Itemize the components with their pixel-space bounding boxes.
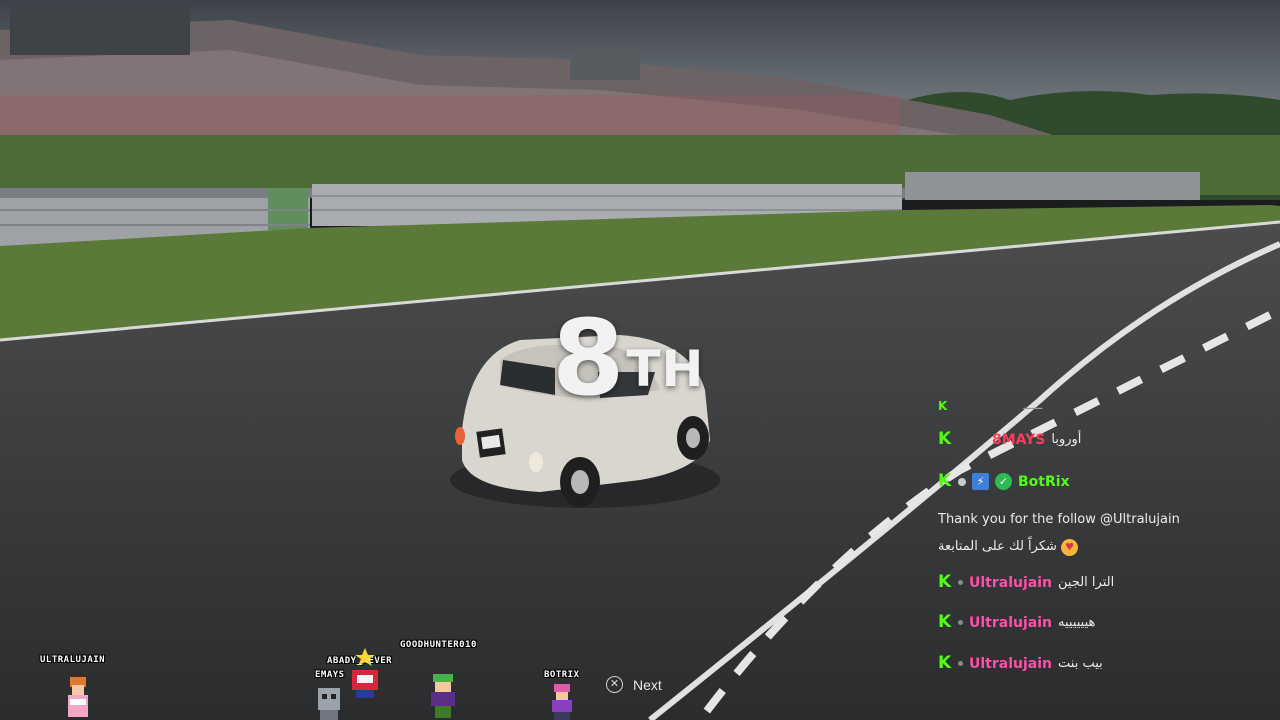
avatar-name: GOODHUNTER010 — [400, 640, 477, 650]
race-position: 8TH — [552, 306, 704, 410]
next-label: Next — [633, 676, 662, 693]
game-scene: 8TH ✕ Next K ـــــ K 8MAYS أوروبا K ⚡ ✓ … — [0, 0, 1280, 720]
chat-message: K Ultralujain هييييييه — [938, 614, 1095, 631]
kick-logo-icon: K — [938, 612, 952, 632]
chat-message: K Ultralujain الترا الجين — [938, 574, 1114, 591]
kick-logo-icon: K — [938, 572, 952, 592]
plumber-sprite-icon — [431, 674, 455, 718]
chat-username: Ultralujain — [969, 655, 1052, 672]
next-button[interactable]: ✕ Next — [606, 676, 662, 693]
bot-badge-icon: ⚡ — [972, 473, 989, 490]
avatar-name: EMAYS — [315, 670, 345, 680]
chat-username: 8MAYS — [992, 431, 1046, 448]
bot-message-ar: شكراً لك على المتابعة — [938, 539, 1057, 554]
diamond-badge-icon — [958, 661, 963, 666]
position-number: 8 — [552, 297, 625, 419]
cross-button-icon: ✕ — [606, 676, 623, 693]
princess-sprite-icon — [68, 677, 88, 717]
chat-text: بيب بنت — [1058, 656, 1103, 671]
chat-message: K 8MAYS أوروبا — [938, 431, 1081, 448]
robot-sprite-icon — [318, 688, 340, 720]
chat-username: BotRix — [1018, 473, 1070, 490]
chat-top-fragment: K ـــــ — [938, 398, 1043, 413]
chat-text: أوروبا — [1051, 432, 1082, 447]
chat-username: Ultralujain — [969, 614, 1052, 631]
kick-logo-icon: K — [938, 398, 948, 413]
chat-username: Ultralujain — [969, 574, 1052, 591]
kick-logo-icon: K — [938, 429, 952, 449]
bot-message: Thank you for the follow @Ultralujain شك… — [938, 506, 1208, 560]
chat-message: K Ultralujain بيب بنت — [938, 655, 1103, 672]
kick-logo-icon: K — [938, 471, 952, 491]
chat-text: هييييييه — [1058, 615, 1096, 630]
diamond-badge-icon — [958, 580, 963, 585]
avatar-name: BOTRIX — [544, 670, 580, 680]
heart-eyes-emoji-icon: ♥ — [1061, 539, 1079, 556]
diamond-badge-icon — [958, 477, 966, 486]
diamond-badge-icon — [958, 620, 963, 625]
kick-logo-icon: K — [938, 653, 952, 673]
viewer-avatar: GOODHUNTER010 — [400, 640, 510, 720]
viewer-avatar: BOTRIX — [536, 670, 606, 720]
viewer-avatar: ULTRALUJAIN — [40, 655, 130, 720]
bot-message-en: Thank you for the follow @Ultralujain — [938, 512, 1180, 527]
bomber-sprite-icon — [352, 648, 378, 698]
avatar-name: ULTRALUJAIN — [40, 655, 106, 665]
verified-badge-icon: ✓ — [995, 473, 1012, 490]
chat-text: الترا الجين — [1058, 575, 1115, 590]
position-suffix: TH — [626, 340, 705, 398]
chat-message: K ⚡ ✓ BotRix — [938, 473, 1070, 490]
bot-sprite-icon — [552, 684, 572, 720]
